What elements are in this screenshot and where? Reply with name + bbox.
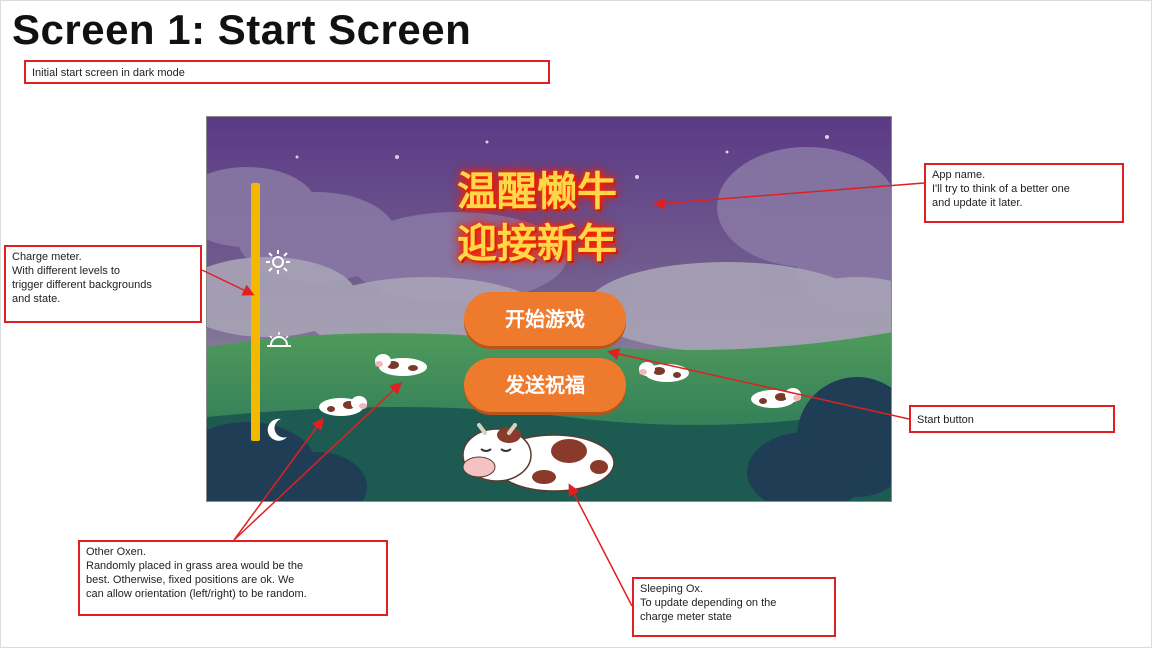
intro-note-text: Initial start screen in dark mode — [32, 67, 185, 79]
page-title: Screen 1: Start Screen — [12, 6, 472, 53]
send-blessing-button[interactable]: 发送祝福 — [464, 358, 626, 412]
sleeping-ox — [462, 423, 615, 492]
charge-meter-note-line-2: With different levels to — [12, 265, 121, 277]
sleeping-ox-note: Sleeping Ox. To update depending on the … — [632, 577, 836, 637]
sun-icon — [266, 250, 290, 274]
start-game-button[interactable]: 开始游戏 — [464, 292, 626, 346]
charge-meter-note-line-3: trigger different backgrounds — [12, 279, 152, 291]
charge-meter-note: Charge meter. With different levels to t… — [4, 245, 202, 323]
app-screen-mockup: 温醒懒牛 迎接新年 开始游戏 发送祝福 — [206, 116, 892, 502]
charge-meter-note-line-1: Charge meter. — [12, 251, 82, 263]
app-name-note-line-2: I'll try to think of a better one — [932, 183, 1070, 195]
other-oxen-note-line-4: can allow orientation (left/right) to be… — [86, 588, 307, 600]
other-ox-2 — [319, 396, 367, 416]
other-oxen-note-line-2: Randomly placed in grass area would be t… — [86, 560, 304, 572]
start-button-note-text: Start button — [917, 414, 974, 426]
app-name-note-line-3: and update it later. — [932, 197, 1023, 209]
app-name-note-line-1: App name. — [932, 169, 986, 181]
other-ox-1 — [375, 354, 427, 376]
other-oxen-note-line-3: best. Otherwise, fixed positions are ok.… — [86, 574, 295, 586]
sleeping-ox-note-line-3: charge meter state — [640, 611, 732, 623]
moon-icon — [267, 418, 287, 441]
sleeping-ox-note-line-1: Sleeping Ox. — [640, 583, 703, 595]
app-title-line-1: 温醒懒牛 — [457, 169, 617, 215]
other-oxen-note-line-1: Other Oxen. — [86, 546, 146, 558]
app-name-note: App name. I'll try to think of a better … — [924, 163, 1124, 223]
other-ox-4 — [751, 388, 801, 408]
other-oxen-note: Other Oxen. Randomly placed in grass are… — [78, 540, 388, 616]
charge-meter-note-line-4: and state. — [12, 293, 61, 305]
intro-note: Initial start screen in dark mode — [24, 60, 550, 84]
other-ox-3 — [639, 362, 689, 382]
sunrise-icon — [267, 332, 291, 347]
sleeping-ox-note-line-2: To update depending on the — [640, 597, 777, 609]
app-title-line-2: 迎接新年 — [457, 221, 617, 267]
start-button-note: Start button — [909, 405, 1115, 433]
charge-meter-bar — [251, 183, 260, 441]
